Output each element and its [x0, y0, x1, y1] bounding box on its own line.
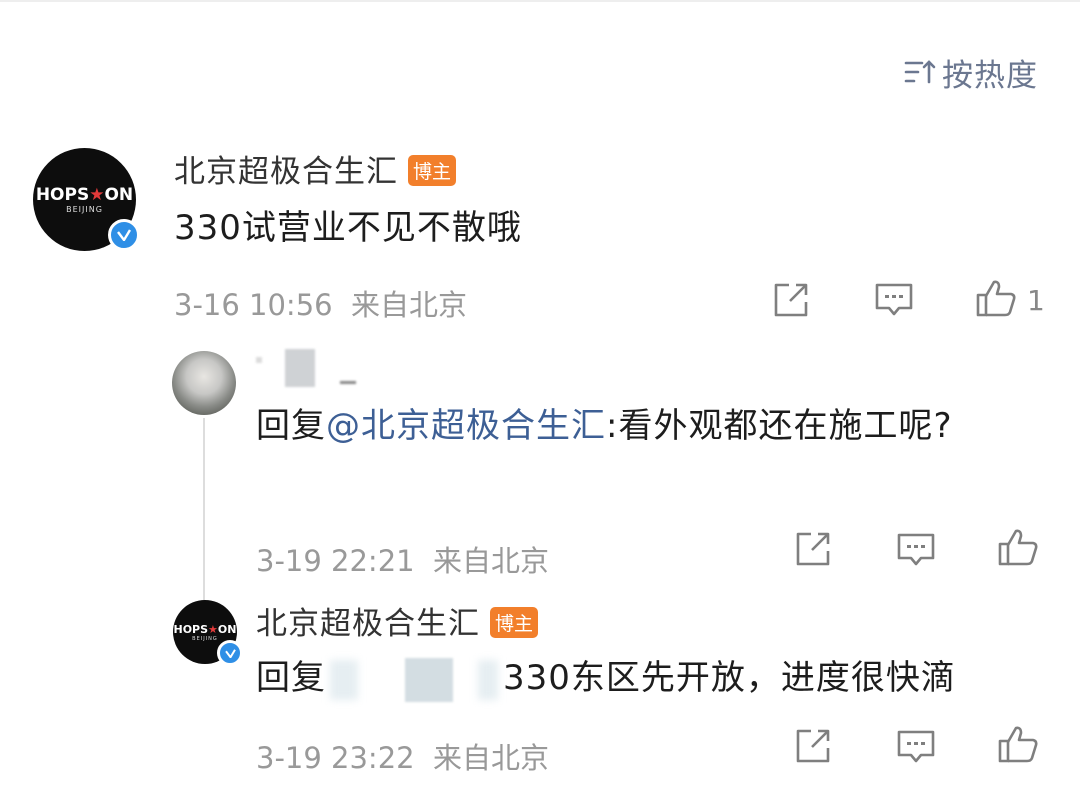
- hopson-logo: HOPS ★ ON: [173, 622, 237, 636]
- mention-link[interactable]: @北京超极合生汇: [326, 406, 606, 446]
- comment-button[interactable]: [896, 532, 936, 572]
- reply-prefix: 回复: [256, 658, 326, 698]
- verified-icon: [108, 219, 140, 251]
- comment-button[interactable]: [896, 729, 936, 769]
- thread-line: [203, 418, 205, 604]
- share-icon: [794, 727, 832, 769]
- comment-meta: 3-16 10:56 来自北京: [174, 288, 468, 322]
- like-icon: [997, 527, 1039, 571]
- comment-button[interactable]: [874, 282, 914, 322]
- top-divider: [0, 0, 1080, 2]
- share-button[interactable]: [794, 530, 832, 572]
- hopson-logo: HOPS ★ ON: [35, 185, 134, 205]
- comment-icon: [896, 729, 936, 769]
- reply-text: 330东区先开放，进度很快滴: [503, 658, 956, 698]
- reply-meta: 3-19 23:22 来自北京: [256, 741, 550, 775]
- verified-icon: [217, 640, 243, 666]
- redacted-mark: [340, 381, 356, 384]
- sort-icon: [904, 58, 936, 86]
- like-icon: [975, 278, 1017, 322]
- sort-by-hot-button[interactable]: 按热度: [904, 52, 1038, 94]
- comment-text: 330试营业不见不散哦: [174, 208, 522, 248]
- reply-author[interactable]: 北京超极合生汇 博主: [256, 598, 539, 643]
- reply-avatar[interactable]: [172, 351, 236, 415]
- redacted-username: [405, 658, 453, 702]
- author-badge: 博主: [490, 607, 539, 638]
- like-button[interactable]: [997, 527, 1039, 571]
- comment-icon: [896, 532, 936, 572]
- redacted-username: [330, 660, 358, 700]
- share-icon: [772, 281, 810, 323]
- share-icon: [794, 530, 832, 572]
- comment-author[interactable]: 北京超极合生汇 博主: [174, 146, 457, 191]
- share-button[interactable]: [772, 281, 810, 323]
- like-count: 1: [1027, 283, 1045, 317]
- reply-meta: 3-19 22:21 来自北京: [256, 544, 550, 578]
- author-badge: 博主: [408, 155, 457, 186]
- avatar[interactable]: HOPS ★ ON BEIJING: [173, 600, 243, 666]
- like-button[interactable]: 1: [975, 278, 1045, 322]
- sort-label: 按热度: [942, 57, 1038, 94]
- avatar[interactable]: HOPS ★ ON BEIJING: [33, 148, 140, 251]
- redacted-username: [285, 349, 315, 387]
- like-icon: [997, 724, 1039, 768]
- like-button[interactable]: [997, 724, 1039, 768]
- reply-text: 回复@北京超极合生汇:看外观都还在施工呢?: [256, 406, 953, 446]
- redacted-username: [478, 660, 498, 700]
- comment-icon: [874, 282, 914, 322]
- share-button[interactable]: [794, 727, 832, 769]
- redacted-mark: [256, 357, 262, 363]
